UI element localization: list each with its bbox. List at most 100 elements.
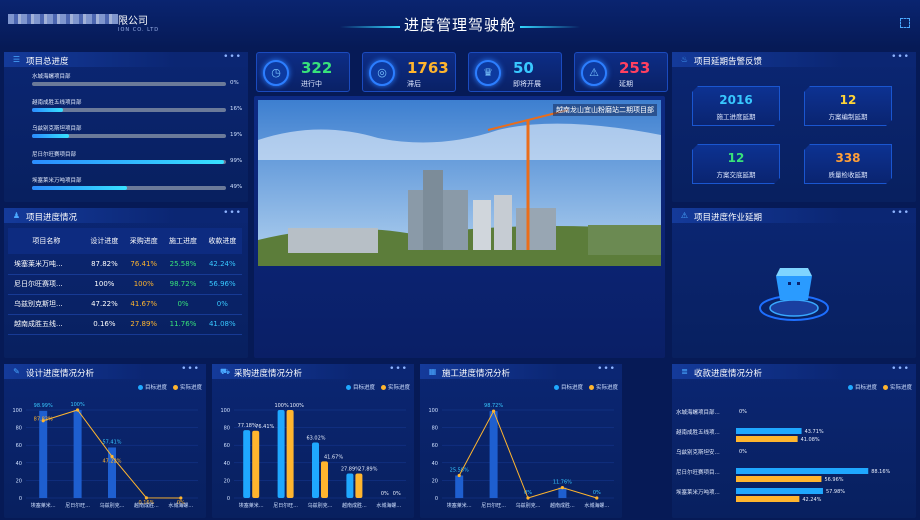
legend-actual: 实际进度 [889, 385, 912, 391]
legend-target: 目标进度 [352, 385, 375, 391]
chart-title: 施工进度情况分析 [442, 369, 511, 379]
more-icon[interactable]: ••• [597, 364, 616, 374]
delay-alert-card[interactable]: 12 方案交底延期 [692, 144, 780, 184]
more-icon[interactable]: ••• [891, 52, 910, 62]
delay-alert-card[interactable]: 12 方案编制延期 [804, 86, 892, 126]
table-cell: 25.58% [163, 254, 203, 275]
table-cell: 87.82% [84, 254, 125, 275]
stat-value: 322 [301, 59, 333, 77]
y-tick-label: 水城海螺项目部... [676, 408, 720, 416]
legend-target: 目标进度 [854, 385, 877, 391]
bar-target [73, 410, 82, 498]
x-tick-label: 越南成胜... [134, 502, 159, 509]
chart-legend: 目标进度 实际进度 [842, 383, 912, 391]
x-tick-label: 越南成胜... [550, 502, 575, 509]
more-icon[interactable]: ••• [181, 364, 200, 374]
chart-svg: 水城海螺项目部... 0% 越南成胜五线项... 43.71% 41.08% 乌兹别克斯坦… [676, 408, 891, 503]
x-tick-label: 尼日尔旺... [481, 502, 506, 509]
table-row[interactable]: 埃塞莱米万吨... 87.82% 76.41% 25.58% 42.24% [8, 254, 242, 275]
data-label: 56.96% [824, 477, 843, 483]
stat-label: 进行中 [301, 80, 322, 88]
point-actual [457, 473, 461, 478]
clock-icon: ◷ [263, 60, 289, 86]
stat-label: 延期 [619, 80, 633, 88]
x-tick-label: 水城海螺... [376, 502, 401, 509]
data-label: 0% [739, 449, 747, 455]
table-cell: 41.67% [124, 294, 164, 315]
progress-bar [32, 186, 226, 190]
bar-target [736, 488, 823, 494]
stat-card[interactable]: ◷ 322 进行中 [256, 52, 350, 92]
bar-target [736, 428, 802, 434]
point-actual [179, 496, 183, 500]
point-actual [526, 496, 530, 500]
overall-progress-row: 乌兹别克斯坦项目部 19% [32, 124, 242, 138]
alert-label: 方案编制延期 [828, 113, 868, 121]
project-name: 尼日尔旺赛项目部 [32, 152, 77, 158]
chart-svg: 10080604020098.99%87.82%埃塞莱米...100%尼日尔旺.… [12, 402, 198, 509]
data-label: 77.18% [238, 423, 257, 429]
progress-bar [32, 160, 226, 164]
data-label: 100% [290, 403, 305, 409]
stat-card[interactable]: ♛ 50 即将开展 [468, 52, 562, 92]
y-tick-label: 60 [224, 443, 230, 449]
more-icon[interactable]: ••• [389, 364, 408, 374]
data-label: 98.72% [484, 403, 503, 409]
table-cell: 100% [124, 274, 164, 295]
more-icon[interactable]: ••• [223, 52, 242, 62]
x-tick-label: 埃塞莱米... [447, 502, 472, 509]
legend-actual: 实际进度 [595, 385, 618, 391]
bar-actual [286, 410, 294, 498]
table-cell: 越南成胜五线... [8, 314, 85, 335]
warning-icon: ⚠ [680, 211, 689, 220]
data-label: 25.58% [450, 467, 469, 473]
panel-title: 项目进度作业延期 [694, 213, 763, 223]
bar-actual [736, 476, 822, 482]
y-tick-label: 0 [19, 496, 22, 502]
bar-actual [355, 473, 363, 498]
x-tick-label: 乌兹别克... [516, 502, 541, 509]
table-header: 设计进度 [84, 228, 125, 254]
table-cell: 42.24% [202, 254, 242, 275]
overall-progress-panel: ☰ 项目总进度 ••• 水城海螺项目部 0% 越南成胜五线项目部 16% 乌兹别克斯坦项… [4, 52, 248, 202]
y-tick-label: 100 [428, 408, 438, 414]
stat-card[interactable]: ◎ 1763 滞后 [362, 52, 456, 92]
warning-icon: ⚠ [581, 60, 607, 86]
table-row[interactable]: 越南成胜五线... 0.16% 27.89% 11.76% 41.08% [8, 314, 242, 335]
delay-alert-card[interactable]: 338 质量检收延期 [804, 144, 892, 184]
chart-title: 设计进度情况分析 [26, 369, 95, 379]
y-tick-label: 20 [432, 478, 438, 484]
delay-alert-card[interactable]: 2016 施工进度延期 [692, 86, 780, 126]
point-actual [560, 486, 564, 490]
alert-value: 2016 [719, 93, 753, 107]
stat-card[interactable]: ⚠ 253 延期 [574, 52, 668, 92]
overall-progress-row: 尼日尔旺赛项目部 99% [32, 150, 242, 164]
more-icon[interactable]: ••• [891, 208, 910, 218]
legend-actual: 实际进度 [387, 385, 410, 391]
table-row[interactable]: 乌兹别克斯坦... 47.22% 41.67% 0% 0% [8, 294, 242, 315]
fullscreen-icon[interactable] [900, 18, 910, 28]
alert-value: 338 [835, 151, 861, 165]
trophy-icon: ♛ [475, 60, 501, 86]
table-header: 施工进度 [163, 228, 203, 254]
site-photo: 越南龙山宜山粉磨站二期项目部 [258, 100, 661, 266]
project-name: 越南成胜五线项目部 [32, 100, 82, 106]
data-label: 41.08% [801, 437, 820, 443]
more-icon[interactable]: ••• [223, 208, 242, 218]
bell-icon: ♨ [680, 55, 689, 64]
data-label: 57.41% [102, 439, 121, 445]
data-label: 42.24% [802, 497, 821, 503]
progress-value: 49% [230, 184, 243, 190]
list-icon: ☰ [12, 55, 21, 64]
y-tick-label: 80 [16, 426, 22, 432]
y-tick-label: 80 [432, 426, 438, 432]
y-tick-label: 40 [16, 461, 22, 467]
chart-legend: 目标进度 实际进度 [132, 383, 202, 391]
data-label: 0% [739, 409, 747, 415]
more-icon[interactable]: ••• [891, 364, 910, 374]
alert-label: 质量检收延期 [828, 171, 868, 179]
table-cell: 76.41% [124, 254, 164, 275]
table-cell: 47.22% [84, 294, 125, 315]
data-label: 100% [274, 403, 289, 409]
table-row[interactable]: 尼日尔旺赛项... 100% 100% 98.72% 56.96% [8, 274, 242, 295]
